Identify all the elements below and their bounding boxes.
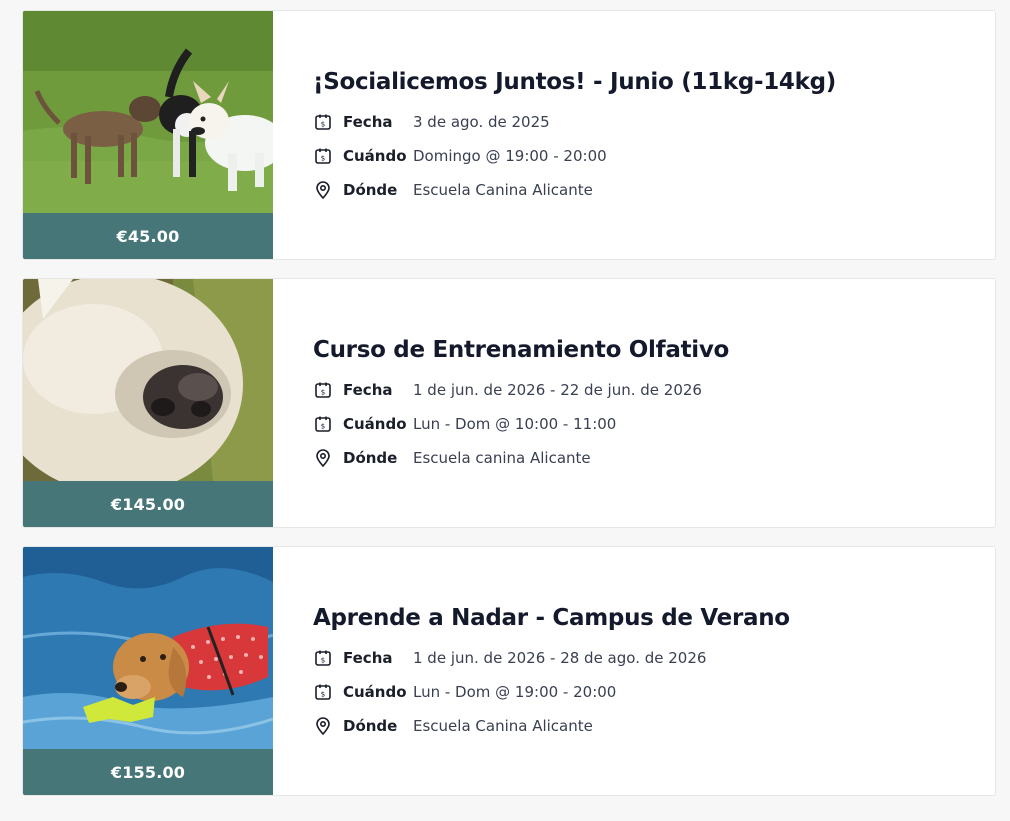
price-badge: €45.00 — [23, 213, 273, 259]
svg-text:$: $ — [321, 155, 325, 163]
dogs-playing-photo[interactable] — [23, 11, 273, 213]
event-card[interactable]: €45.00 ¡Socialicemos Juntos! - Junio (11… — [22, 10, 996, 260]
date-label: Fecha — [343, 381, 393, 399]
where-value: Escuela canina Alicante — [413, 449, 591, 467]
dog-nose-photo[interactable] — [23, 279, 273, 481]
date-value: 1 de jun. de 2026 - 22 de jun. de 2026 — [413, 381, 702, 399]
when-row: $ Cuándo Domingo @ 19:00 - 20:00 — [313, 139, 975, 173]
where-row: Dónde Escuela Canina Alicante — [313, 173, 975, 207]
calendar-dollar-icon: $ — [315, 684, 331, 700]
price-badge: €155.00 — [23, 749, 273, 795]
svg-text:$: $ — [321, 423, 325, 431]
where-label: Dónde — [343, 717, 398, 735]
event-media: €45.00 — [23, 11, 273, 259]
event-title[interactable]: Aprende a Nadar - Campus de Verano — [313, 605, 975, 631]
svg-text:$: $ — [321, 121, 325, 129]
svg-text:$: $ — [321, 691, 325, 699]
event-details: Curso de Entrenamiento Olfativo $ Fecha … — [313, 337, 975, 475]
dog-swimming-photo[interactable] — [23, 547, 273, 749]
when-label: Cuándo — [343, 147, 407, 165]
event-details: Aprende a Nadar - Campus de Verano $ Fec… — [313, 605, 975, 743]
calendar-dollar-icon: $ — [315, 114, 331, 130]
calendar-dollar-icon: $ — [315, 382, 331, 398]
when-value: Lun - Dom @ 10:00 - 11:00 — [413, 415, 617, 433]
location-pin-icon — [316, 449, 330, 468]
when-label: Cuándo — [343, 415, 407, 433]
event-meta: $ Fecha 1 de jun. de 2026 - 28 de ago. d… — [313, 641, 975, 743]
when-row: $ Cuándo Lun - Dom @ 10:00 - 11:00 — [313, 407, 975, 441]
where-row: Dónde Escuela canina Alicante — [313, 441, 975, 475]
when-value: Domingo @ 19:00 - 20:00 — [413, 147, 607, 165]
date-row: $ Fecha 3 de ago. de 2025 — [313, 105, 975, 139]
event-card[interactable]: €145.00 Curso de Entrenamiento Olfativo … — [22, 278, 996, 528]
where-label: Dónde — [343, 181, 398, 199]
event-title[interactable]: Curso de Entrenamiento Olfativo — [313, 337, 975, 363]
event-meta: $ Fecha 3 de ago. de 2025 $ Cuándo Domin… — [313, 105, 975, 207]
where-row: Dónde Escuela Canina Alicante — [313, 709, 975, 743]
date-row: $ Fecha 1 de jun. de 2026 - 22 de jun. d… — [313, 373, 975, 407]
when-label: Cuándo — [343, 683, 407, 701]
calendar-dollar-icon: $ — [315, 148, 331, 164]
event-media: €155.00 — [23, 547, 273, 795]
calendar-dollar-icon: $ — [315, 416, 331, 432]
date-row: $ Fecha 1 de jun. de 2026 - 28 de ago. d… — [313, 641, 975, 675]
date-label: Fecha — [343, 113, 393, 131]
where-value: Escuela Canina Alicante — [413, 181, 593, 199]
event-media: €145.00 — [23, 279, 273, 527]
date-label: Fecha — [343, 649, 393, 667]
location-pin-icon — [316, 717, 330, 736]
date-value: 3 de ago. de 2025 — [413, 113, 550, 131]
location-pin-icon — [316, 181, 330, 200]
when-row: $ Cuándo Lun - Dom @ 19:00 - 20:00 — [313, 675, 975, 709]
date-value: 1 de jun. de 2026 - 28 de ago. de 2026 — [413, 649, 707, 667]
calendar-dollar-icon: $ — [315, 650, 331, 666]
event-card[interactable]: €155.00 Aprende a Nadar - Campus de Vera… — [22, 546, 996, 796]
when-value: Lun - Dom @ 19:00 - 20:00 — [413, 683, 617, 701]
event-title[interactable]: ¡Socialicemos Juntos! - Junio (11kg-14kg… — [313, 69, 975, 95]
event-meta: $ Fecha 1 de jun. de 2026 - 22 de jun. d… — [313, 373, 975, 475]
price-badge: €145.00 — [23, 481, 273, 527]
where-value: Escuela Canina Alicante — [413, 717, 593, 735]
event-details: ¡Socialicemos Juntos! - Junio (11kg-14kg… — [313, 69, 975, 207]
svg-text:$: $ — [321, 389, 325, 397]
svg-text:$: $ — [321, 657, 325, 665]
event-list: €45.00 ¡Socialicemos Juntos! - Junio (11… — [0, 0, 1010, 821]
where-label: Dónde — [343, 449, 398, 467]
